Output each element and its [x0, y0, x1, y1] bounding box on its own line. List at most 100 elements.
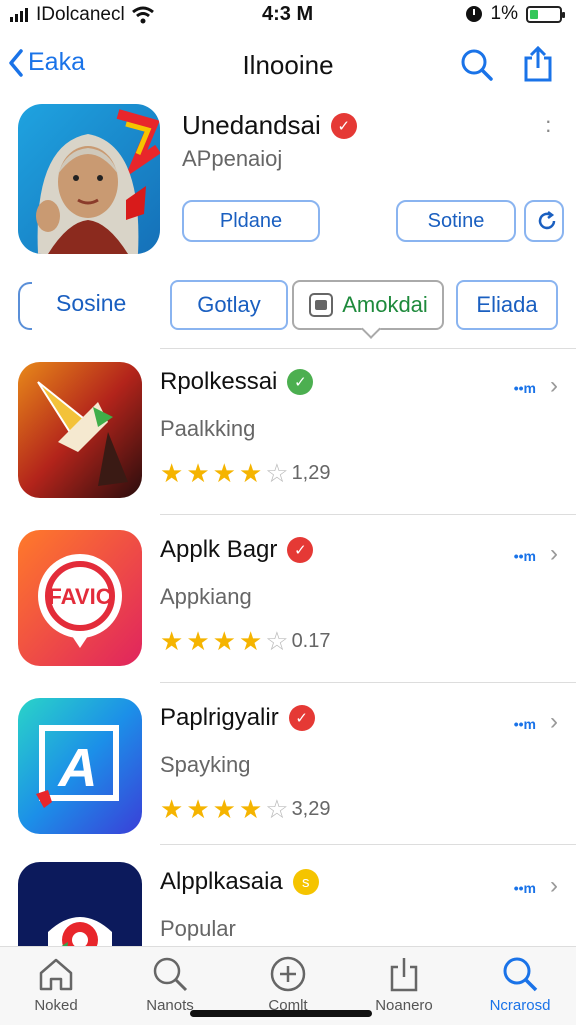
tab-search[interactable]: Nanots: [120, 955, 220, 1014]
verified-badge-icon: ✓: [287, 369, 314, 395]
divider: [160, 348, 576, 349]
verified-badge-icon: ✓: [288, 705, 315, 731]
app-category: Paalkking: [160, 416, 256, 441]
more-options-icon[interactable]: · ·: [545, 110, 552, 141]
app-icon: [18, 362, 142, 498]
list-item[interactable]: Rpolkessai ✓ Paalkking ★ ★ ★ ★ ☆ 1,29 ••m ›: [0, 362, 576, 512]
chevron-right-icon[interactable]: ›: [550, 872, 558, 900]
app-name: Paplrigyalir ✓: [160, 704, 315, 732]
featured-app-name: Unedandsai ✓: [182, 110, 357, 141]
featured-app-icon[interactable]: [18, 104, 160, 254]
featured-primary-button[interactable]: Pldane: [182, 200, 320, 242]
tab-share[interactable]: Noanero: [354, 955, 454, 1014]
verified-badge-icon: ✓: [287, 537, 314, 563]
list-item[interactable]: A Paplrigyalir ✓ Spayking ★ ★ ★ ★ ☆ 3,29 ••m…: [0, 698, 576, 848]
featured-secondary-button[interactable]: Sotine: [396, 200, 516, 242]
app-category: Spayking: [160, 752, 251, 777]
category-first[interactable]: Sosine: [56, 290, 126, 317]
document-icon: [309, 293, 334, 317]
carrier: IDolcanecl: [10, 4, 155, 26]
app-title: Applk Bagr: [160, 536, 278, 563]
category-tab-1[interactable]: Gotlay: [170, 280, 288, 330]
tab-home[interactable]: Noked: [6, 955, 106, 1014]
share-icon: [390, 958, 418, 992]
nav-bar: Eaka Ilnooine: [0, 40, 576, 90]
star-icon: ★: [186, 626, 210, 656]
share-button[interactable]: [522, 45, 554, 87]
get-button[interactable]: ••m: [514, 548, 536, 564]
tab-label: Noked: [34, 997, 78, 1014]
tab-search-active[interactable]: Ncrarosd: [470, 955, 570, 1014]
star-icon: ★: [160, 458, 184, 488]
star-icon: ★: [212, 626, 236, 656]
rating-value: 1,29: [291, 461, 331, 484]
star-icon: ★: [186, 458, 210, 488]
search-icon: [503, 957, 538, 992]
app-category: Popular: [160, 916, 236, 941]
star-icon: ★: [238, 626, 263, 656]
star-icon: ★: [212, 794, 236, 824]
rocket-art-icon: [18, 362, 142, 498]
search-icon: [153, 957, 188, 992]
star-empty-icon: ☆: [265, 626, 289, 656]
star-icon: ★: [212, 458, 236, 488]
verified-badge-icon: ✓: [330, 112, 357, 139]
app-category: Appkiang: [160, 584, 252, 609]
category-tab-3[interactable]: Eliada: [456, 280, 558, 330]
star-rating: ★ ★ ★ ★ ☆ 3,29: [160, 796, 331, 822]
tab-label: Noanero: [375, 997, 433, 1014]
chevron-right-icon[interactable]: ›: [550, 708, 558, 736]
battery-icon: [526, 5, 565, 23]
list-item[interactable]: FAVIC Applk Bagr ✓ Appkiang ★ ★ ★ ★ ☆ 0.17 •…: [0, 530, 576, 680]
star-icon: ★: [160, 794, 184, 824]
portrait-image: [18, 104, 160, 254]
star-rating: ★ ★ ★ ★ ☆ 0.17: [160, 628, 331, 654]
tab-add[interactable]: Comlt: [238, 955, 338, 1014]
plus-circle-icon: [270, 956, 306, 992]
star-icon: ★: [160, 626, 184, 656]
rating-value: 0.17: [291, 629, 331, 652]
star-icon: ★: [238, 458, 263, 488]
app-title: Alpplkasaia: [160, 868, 283, 895]
chevron-right-icon[interactable]: ›: [550, 372, 558, 400]
carrier-name: IDolcanecl: [36, 4, 125, 25]
app-title: Rpolkessai: [160, 368, 278, 395]
refresh-button[interactable]: [524, 200, 564, 242]
star-icon: ★: [186, 794, 210, 824]
chevron-right-icon[interactable]: ›: [550, 540, 558, 568]
star-rating: ★ ★ ★ ★ ☆ 1,29: [160, 460, 331, 486]
letter-a-app-icon: A: [18, 698, 142, 834]
rating-value: 3,29: [291, 797, 331, 820]
home-icon: [39, 958, 73, 991]
app-name: Rpolkessai ✓: [160, 368, 314, 396]
clock: 4:3 M: [262, 3, 314, 25]
star-icon: ★: [238, 794, 263, 824]
category-scroll-edge: [18, 282, 32, 330]
search-icon: [461, 49, 493, 81]
get-button[interactable]: ••m: [514, 380, 536, 396]
app-title: Paplrigyalir: [160, 704, 279, 731]
wifi-icon: [131, 6, 154, 24]
home-indicator: [190, 1010, 372, 1017]
status-bar: IDolcanecl 4:3 M 1%: [0, 0, 576, 30]
divider: [160, 844, 576, 845]
category-tab-2-label: Amokdai: [342, 292, 428, 317]
app-name: Alpplkasaia s: [160, 868, 319, 896]
alarm-icon: [465, 6, 482, 22]
favic-app-icon: FAVIC: [18, 530, 142, 666]
divider: [160, 514, 576, 515]
star-empty-icon: ☆: [265, 794, 289, 824]
refresh-icon: [538, 211, 556, 230]
divider: [160, 682, 576, 683]
status-right: 1%: [465, 3, 565, 25]
get-button[interactable]: ••m: [514, 880, 536, 896]
tab-label: Nanots: [146, 997, 194, 1014]
app-icon: FAVIC: [18, 530, 142, 666]
app-name: Applk Bagr ✓: [160, 536, 314, 564]
star-empty-icon: ☆: [265, 458, 289, 488]
battery-percent: 1%: [490, 3, 518, 24]
search-button[interactable]: [460, 48, 494, 87]
get-button[interactable]: ••m: [514, 716, 536, 732]
category-tab-2[interactable]: Amokdai: [292, 280, 444, 330]
verified-badge-icon: s: [292, 869, 319, 895]
